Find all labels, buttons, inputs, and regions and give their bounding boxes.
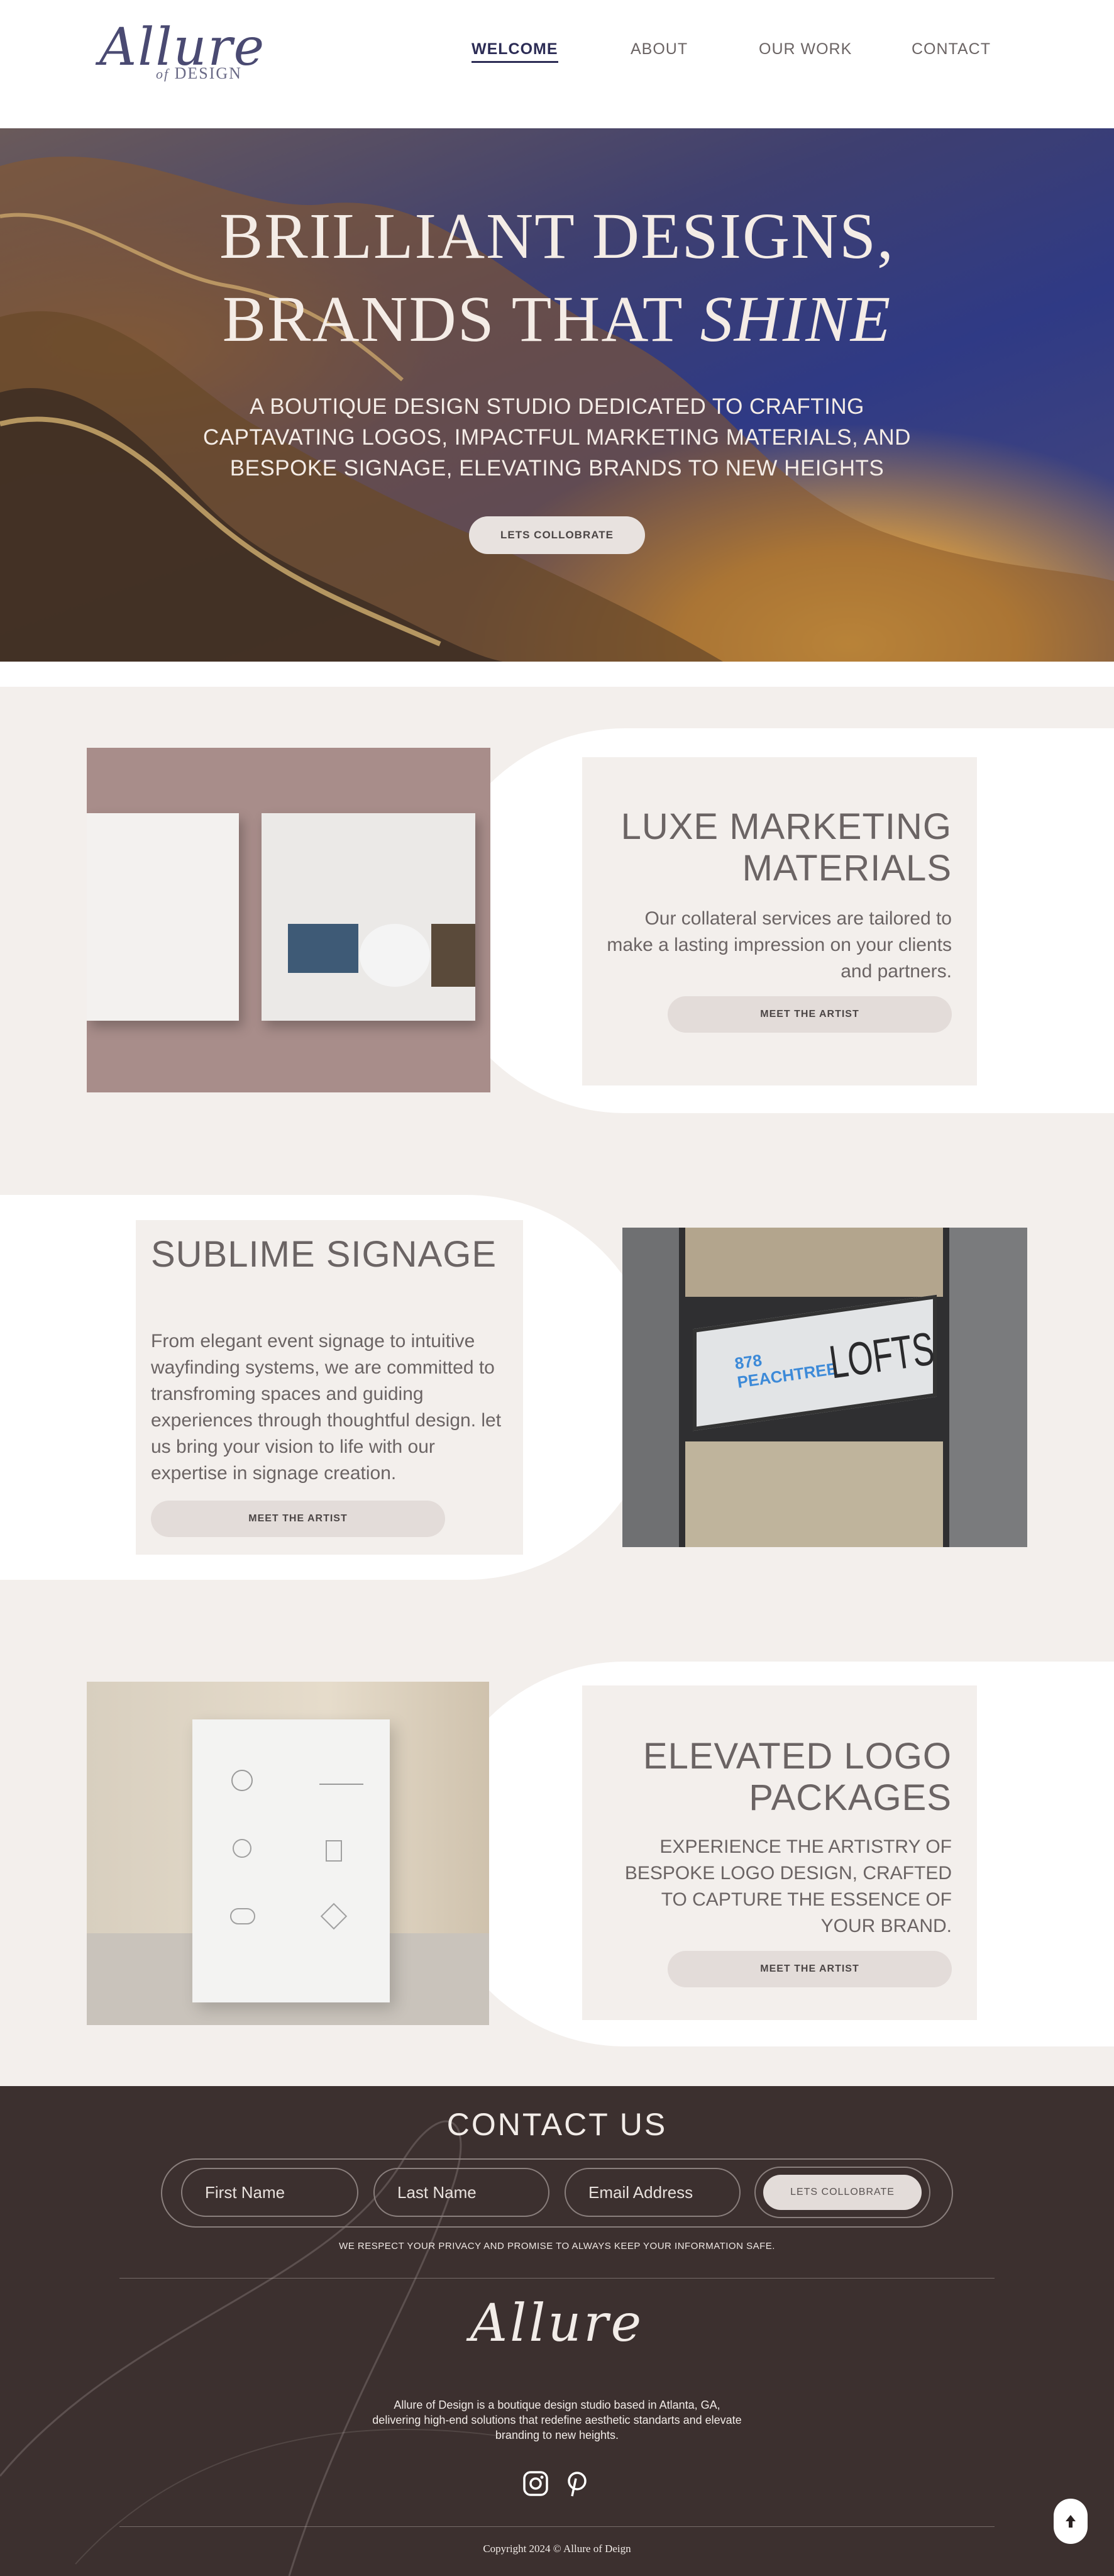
- first-name-field[interactable]: First Name: [181, 2168, 358, 2217]
- nav-about[interactable]: ABOUT: [631, 40, 688, 58]
- copyright: Copyright 2024 © Allure of Deign: [483, 2543, 631, 2555]
- last-name-field[interactable]: Last Name: [373, 2168, 549, 2217]
- hero-subtitle: A BOUTIQUE DESIGN STUDIO DEDICATED TO CR…: [203, 394, 911, 480]
- logo-subtitle: of DESIGN: [156, 64, 242, 82]
- service-1-card: LUXE MARKETING MATERIALS Our collateral …: [582, 757, 977, 1085]
- email-field[interactable]: Email Address: [565, 2168, 741, 2217]
- privacy-note: WE RESPECT YOUR PRIVACY AND PROMISE TO A…: [339, 2241, 775, 2251]
- service-1-title: LUXE MARKETING MATERIALS: [620, 806, 952, 889]
- services-section: LUXE MARKETING MATERIALS Our collateral …: [0, 687, 1114, 2086]
- service-2-meet-artist-button[interactable]: MEET THE ARTIST: [151, 1501, 445, 1537]
- arrow-up-icon: [1066, 2515, 1076, 2528]
- footer-divider-top: [119, 2278, 995, 2279]
- service-2-card: SUBLIME SIGNAGE From elegant event signa…: [136, 1220, 523, 1555]
- nav-contact[interactable]: CONTACT: [912, 40, 991, 58]
- hero-title-line2: BRANDS THAT SHINE: [222, 283, 892, 355]
- service-3-card: ELEVATED LOGO PACKAGES EXPERIENCE THE AR…: [582, 1685, 977, 2020]
- pinterest-icon[interactable]: [563, 2470, 591, 2497]
- footer-divider-bottom: [119, 2526, 995, 2527]
- hero-title-line1: BRILLIANT DESIGNS,: [219, 200, 895, 272]
- service-1-meet-artist-button[interactable]: MEET THE ARTIST: [668, 996, 952, 1033]
- nav-our-work[interactable]: OUR WORK: [759, 40, 852, 58]
- submit-button[interactable]: LETS COLLOBRATE: [763, 2175, 922, 2210]
- service-3-meet-artist-button[interactable]: MEET THE ARTIST: [668, 1951, 952, 1987]
- instagram-icon[interactable]: [522, 2470, 549, 2497]
- nav-welcome[interactable]: WELCOME: [472, 40, 558, 63]
- hero-cta-button[interactable]: LETS COLLOBRATE: [469, 516, 645, 554]
- service-1-body: Our collateral services are tailored to …: [607, 908, 952, 982]
- back-to-top-button[interactable]: [1054, 2499, 1088, 2544]
- service-2-title: SUBLIME SIGNAGE: [151, 1234, 497, 1275]
- footer-logo[interactable]: Allure: [0, 2294, 1114, 2353]
- service-3-body: EXPERIENCE THE ARTISTRY OF BESPOKE LOGO …: [624, 1836, 952, 1936]
- hero-section: BRILLIANT DESIGNS, BRANDS THAT SHINE A B…: [0, 128, 1114, 662]
- footer-about: Allure of Design is a boutique design st…: [372, 2399, 742, 2441]
- service-2-body: From elegant event signage to intuitive …: [151, 1331, 502, 1484]
- main-nav: WELCOME ABOUT OUR WORK CONTACT: [0, 40, 1114, 65]
- contact-title: CONTACT US: [446, 2107, 668, 2142]
- storefront-sign-image: 878 PEACHTREE LOFTS: [622, 1228, 1027, 1547]
- site-header: Allure of DESIGN WELCOME ABOUT OUR WORK …: [0, 0, 1114, 128]
- service-3-title: ELEVATED LOGO PACKAGES: [642, 1736, 952, 1818]
- logo-card-mockup-image: [87, 1682, 489, 2025]
- brochure-mockup-image: [87, 748, 490, 1092]
- site-footer: CONTACT US First Name Last Name Email Ad…: [0, 2086, 1114, 2576]
